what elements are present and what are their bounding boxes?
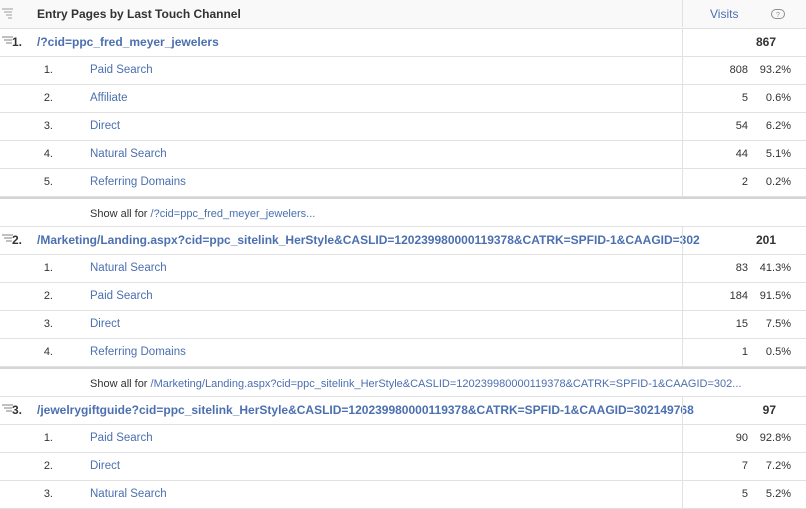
- channel-link[interactable]: Direct: [90, 453, 120, 480]
- column-divider: [682, 0, 683, 27]
- visits-percent: 5.1%: [765, 148, 791, 160]
- table-row[interactable]: 5. Referring Domains 2 0.2%: [0, 169, 806, 197]
- table-header: Entry Pages by Last Touch Channel Visits…: [0, 0, 806, 29]
- visits-value: 201: [755, 233, 776, 247]
- visits-percent: 0.2%: [765, 176, 791, 188]
- row-number: 2.: [43, 290, 53, 302]
- row-number: 3.: [12, 403, 23, 417]
- show-all-row: Show all for /Marketing/Landing.aspx?cid…: [0, 367, 806, 397]
- visits-value: 97: [762, 403, 776, 417]
- visits-percent: 91.5%: [759, 290, 791, 302]
- visits-value: 15: [735, 318, 748, 330]
- visits-percent: 6.2%: [765, 120, 791, 132]
- table-row[interactable]: 4. Natural Search 44 5.1%: [0, 141, 806, 169]
- visits-percent: 41.3%: [759, 262, 791, 274]
- visits-percent: 5.2%: [765, 488, 791, 500]
- row-number: 3.: [43, 318, 53, 330]
- show-all-link[interactable]: /Marketing/Landing.aspx?cid=ppc_sitelink…: [151, 378, 742, 390]
- channel-link[interactable]: Natural Search: [90, 481, 167, 508]
- channel-link[interactable]: Referring Domains: [90, 169, 186, 196]
- visits-value: 54: [735, 120, 748, 132]
- visits-value: 808: [729, 64, 748, 76]
- table-row[interactable]: 1. Natural Search 83 41.3%: [0, 255, 806, 283]
- row-number: 1.: [43, 432, 53, 444]
- table-row[interactable]: 3. /jewelrygiftguide?cid=ppc_sitelink_He…: [0, 397, 806, 425]
- channel-link[interactable]: Referring Domains: [90, 339, 186, 366]
- row-number: 5.: [43, 176, 53, 188]
- row-number: 1.: [43, 262, 53, 274]
- row-number: 3.: [43, 488, 53, 500]
- table-row[interactable]: 2. Direct 7 7.2%: [0, 453, 806, 481]
- freeform-table: Entry Pages by Last Touch Channel Visits…: [0, 0, 806, 509]
- svg-text:?: ?: [776, 12, 780, 19]
- show-all-text: Show all for /?cid=ppc_fred_meyer_jewele…: [90, 208, 316, 220]
- table-row[interactable]: 2. /Marketing/Landing.aspx?cid=ppc_sitel…: [0, 227, 806, 255]
- channel-link[interactable]: Direct: [90, 113, 120, 140]
- channel-link[interactable]: Paid Search: [90, 283, 153, 310]
- show-all-link[interactable]: /?cid=ppc_fred_meyer_jewelers...: [151, 208, 316, 220]
- table-row[interactable]: 1. /?cid=ppc_fred_meyer_jewelers 867: [0, 29, 806, 57]
- table-row[interactable]: 1. Paid Search 808 93.2%: [0, 57, 806, 85]
- visits-value: 44: [735, 148, 748, 160]
- table-row[interactable]: 3. Direct 54 6.2%: [0, 113, 806, 141]
- row-number: 2.: [43, 92, 53, 104]
- table-row[interactable]: 4. Referring Domains 1 0.5%: [0, 339, 806, 367]
- channel-link[interactable]: Paid Search: [90, 57, 153, 84]
- show-all-row: Show all for /?cid=ppc_fred_meyer_jewele…: [0, 197, 806, 227]
- table-row[interactable]: 1. Paid Search 90 92.8%: [0, 425, 806, 453]
- table-row[interactable]: 3. Direct 15 7.5%: [0, 311, 806, 339]
- table-row[interactable]: 3. Natural Search 5 5.2%: [0, 481, 806, 509]
- table-row[interactable]: 2. Affiliate 5 0.6%: [0, 85, 806, 113]
- channel-link[interactable]: Affiliate: [90, 85, 128, 112]
- visits-percent: 7.2%: [765, 460, 791, 472]
- row-number: 1.: [12, 35, 23, 49]
- channel-link[interactable]: Paid Search: [90, 425, 153, 452]
- visits-value: 83: [735, 262, 748, 274]
- visits-percent: 93.2%: [759, 64, 791, 76]
- row-number: 3.: [43, 120, 53, 132]
- visits-percent: 7.5%: [765, 318, 791, 330]
- channel-link[interactable]: Direct: [90, 311, 120, 338]
- visits-value: 1: [741, 346, 748, 358]
- row-number: 4.: [43, 148, 53, 160]
- visits-percent: 0.5%: [765, 346, 791, 358]
- row-number: 4.: [43, 346, 53, 358]
- entry-page-link[interactable]: /?cid=ppc_fred_meyer_jewelers: [37, 29, 219, 56]
- filter-icon[interactable]: [2, 8, 14, 20]
- row-number: 1.: [43, 64, 53, 76]
- visits-value: 7: [741, 460, 748, 472]
- visits-value: 2: [741, 176, 748, 188]
- visits-value: 184: [729, 290, 748, 302]
- visits-value: 5: [741, 92, 748, 104]
- help-icon[interactable]: ?: [771, 9, 785, 19]
- visits-value: 90: [735, 432, 748, 444]
- visits-value: 867: [755, 35, 776, 49]
- entry-page-link[interactable]: /Marketing/Landing.aspx?cid=ppc_sitelink…: [37, 227, 700, 254]
- channel-link[interactable]: Natural Search: [90, 255, 167, 282]
- row-number: 2.: [43, 460, 53, 472]
- row-number: 2.: [12, 233, 23, 247]
- show-all-text: Show all for /Marketing/Landing.aspx?cid…: [90, 378, 742, 390]
- table-row[interactable]: 2. Paid Search 184 91.5%: [0, 283, 806, 311]
- visits-percent: 0.6%: [765, 92, 791, 104]
- visits-percent: 92.8%: [759, 432, 791, 444]
- metric-header-visits[interactable]: Visits: [710, 0, 738, 27]
- channel-link[interactable]: Natural Search: [90, 141, 167, 168]
- dimension-header[interactable]: Entry Pages by Last Touch Channel: [37, 0, 241, 27]
- entry-page-link[interactable]: /jewelrygiftguide?cid=ppc_sitelink_HerSt…: [37, 397, 694, 424]
- visits-value: 5: [741, 488, 748, 500]
